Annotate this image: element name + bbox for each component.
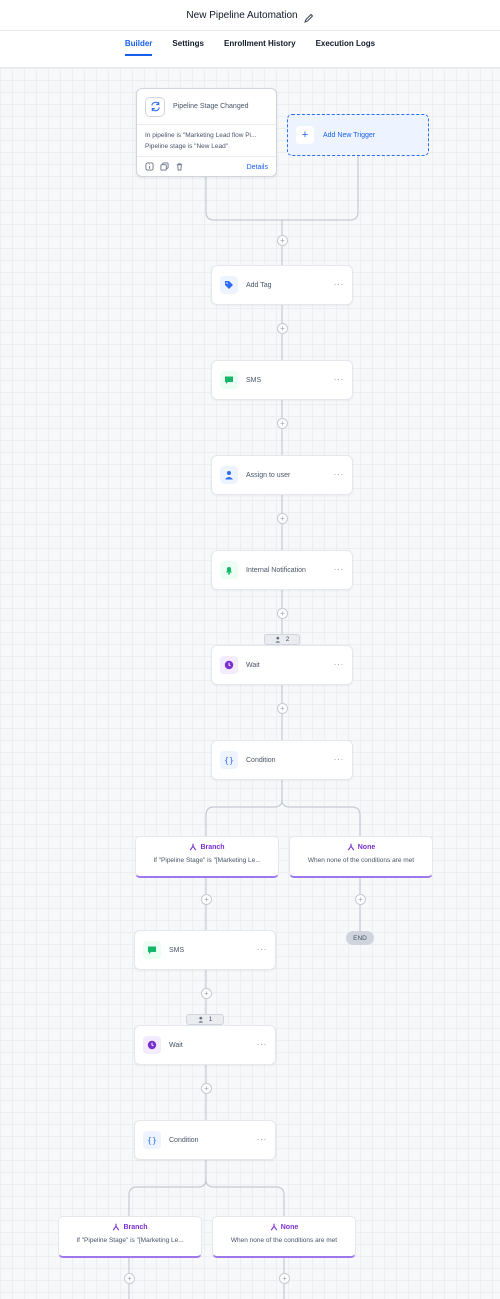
more-options-icon[interactable]: ··· [334,659,345,669]
add-step-plus-icon[interactable]: + [277,513,288,524]
action-assign-to-user[interactable]: Assign to user ··· [211,455,353,495]
branch-title: Branch [136,843,278,851]
none-branch-card[interactable]: None When none of the conditions are met [212,1216,356,1258]
wait-count: 1 [208,1016,213,1023]
users-icon [275,636,280,643]
add-step-plus-icon[interactable]: + [277,235,288,246]
none-label: None [357,843,376,851]
end-marker: END [346,931,374,945]
action-label: Internal Notification [246,566,306,574]
add-new-trigger-button[interactable]: + Add New Trigger [287,114,429,156]
none-label: None [280,1223,299,1231]
trigger-details-link[interactable]: Details [247,164,268,171]
action-wait[interactable]: Wait ··· [211,645,353,685]
action-label: Condition [169,1136,199,1144]
branch-description: If "Pipeline Stage" is "[Marketing Le... [76,1237,184,1244]
more-options-icon[interactable]: ··· [257,944,268,954]
sms-icon [220,371,238,389]
refresh-icon [145,96,165,117]
add-trigger-label: Add New Trigger [323,131,376,139]
trigger-filter-stage: Pipeline stage is "New Lead" [145,143,229,150]
trigger-filter-pipeline: In pipeline is "Marketing Lead flow Pi..… [145,132,257,139]
none-branch-card[interactable]: None When none of the conditions are met [289,836,433,878]
add-step-plus-icon[interactable]: + [277,703,288,714]
action-label: Assign to user [246,471,291,479]
more-options-icon[interactable]: ··· [334,279,345,289]
more-options-icon[interactable]: ··· [334,469,345,479]
add-step-plus-icon[interactable]: + [201,1083,212,1094]
action-sms[interactable]: SMS ··· [134,930,276,970]
add-step-plus-icon[interactable]: + [124,1273,135,1284]
add-step-plus-icon[interactable]: + [277,608,288,619]
action-internal-notification[interactable]: Internal Notification ··· [211,550,353,590]
trigger-label: Pipeline Stage Changed [173,103,249,110]
none-branch-title: None [290,843,432,851]
none-description: When none of the conditions are met [230,1237,338,1244]
user-icon [220,466,238,484]
action-sms[interactable]: SMS ··· [211,360,353,400]
copy-icon[interactable] [160,158,169,176]
branch-icon [270,1223,278,1231]
none-description: When none of the conditions are met [307,857,415,864]
branch-description: If "Pipeline Stage" is "[Marketing Le... [153,857,261,864]
trigger-footer: Details [137,157,276,177]
action-condition[interactable]: {} Condition ··· [211,740,353,780]
none-branch-title: None [213,1223,355,1231]
action-label: Wait [246,661,260,669]
branch-card[interactable]: Branch If "Pipeline Stage" is "[Marketin… [58,1216,202,1258]
wait-count-badge: 2 [264,634,300,645]
add-step-plus-icon[interactable]: + [277,418,288,429]
clock-icon [220,656,238,674]
tag-icon [220,276,238,294]
more-options-icon[interactable]: ··· [257,1039,268,1049]
wait-count: 2 [285,636,290,643]
bell-icon [220,561,238,579]
add-step-plus-icon[interactable]: + [277,323,288,334]
sms-icon [143,941,161,959]
branch-icon [113,1223,120,1231]
branch-label: Branch [200,843,225,851]
action-label: Wait [169,1041,183,1049]
branch-card[interactable]: Branch If "Pipeline Stage" is "[Marketin… [135,836,279,878]
action-label: Condition [246,756,276,764]
add-step-plus-icon[interactable]: + [201,988,212,999]
braces-icon: {} [143,1131,161,1149]
action-label: SMS [169,946,185,954]
users-icon [198,1016,203,1023]
action-label: Add Tag [246,281,272,289]
action-condition[interactable]: {} Condition ··· [134,1120,276,1160]
branch-icon [347,843,355,851]
branch-label: Branch [123,1223,148,1231]
trigger-filters: In pipeline is "Marketing Lead flow Pi..… [137,125,276,157]
action-wait[interactable]: Wait ··· [134,1025,276,1065]
branch-title: Branch [59,1223,201,1231]
clock-icon [143,1036,161,1054]
more-options-icon[interactable]: ··· [334,374,345,384]
branch-icon [190,843,197,851]
info-icon[interactable] [145,158,154,176]
plus-icon: + [296,126,314,144]
more-options-icon[interactable]: ··· [334,754,345,764]
more-options-icon[interactable]: ··· [257,1134,268,1144]
trigger-header: Pipeline Stage Changed [137,89,276,125]
more-options-icon[interactable]: ··· [334,564,345,574]
add-step-plus-icon[interactable]: + [201,894,212,905]
action-add-tag[interactable]: Add Tag ··· [211,265,353,305]
trigger-card[interactable]: Pipeline Stage Changed In pipeline is "M… [136,88,277,177]
add-step-plus-icon[interactable]: + [279,1273,290,1284]
trash-icon[interactable] [175,158,184,176]
braces-icon: {} [220,751,238,769]
add-step-plus-icon[interactable]: + [355,894,366,905]
wait-count-badge: 1 [186,1014,224,1025]
action-label: SMS [246,376,262,384]
